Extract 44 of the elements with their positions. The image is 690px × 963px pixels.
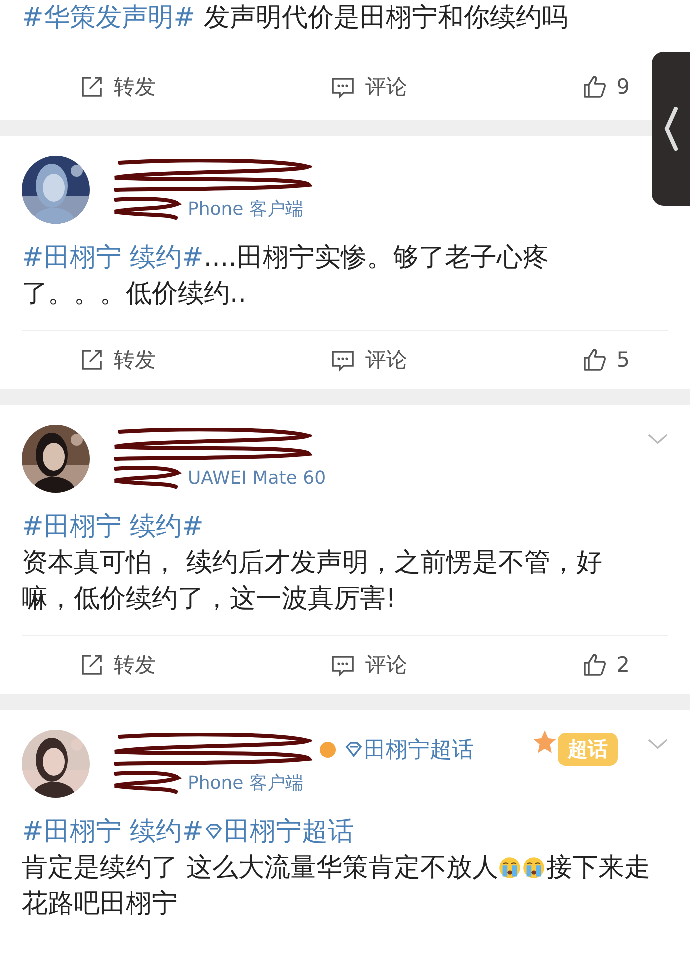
side-tab[interactable] <box>652 52 690 206</box>
scribble-drawing <box>112 770 182 796</box>
scribble-drawing <box>112 465 182 491</box>
chevron-left-icon <box>664 107 678 151</box>
thumbs-up-icon <box>582 653 607 677</box>
repost-button[interactable]: 转发 <box>74 342 162 378</box>
dropdown-chevron-icon[interactable] <box>648 434 668 444</box>
post-source: Phone 客户端 <box>188 198 304 221</box>
comment-button[interactable]: 评论 <box>325 647 414 683</box>
post-text: 资本真可怕， 续约后才发声明，之前愣是不管，好嘛，低价续约了，这一波真厉害! <box>22 547 604 616</box>
diamond-icon <box>344 740 364 760</box>
post-source: UAWEI Mate 60 <box>188 468 326 488</box>
super-topic-link[interactable]: 田栩宁超话 <box>344 735 474 765</box>
dropdown-chevron-icon[interactable] <box>648 738 668 750</box>
post-source: Phone 客户端 <box>188 772 304 795</box>
comment-icon <box>331 348 356 372</box>
diamond-icon <box>204 822 224 842</box>
repost-button[interactable]: 转发 <box>74 69 162 105</box>
post-text: #华策发声明# 发声明代价是田栩宁和你续约吗 <box>22 2 569 35</box>
post-text: 肯定是续约了 这么大流量华策肯定不放人 接下来走花路吧田栩宁 <box>22 852 652 921</box>
post-text: #田栩宁 续约#....田栩宁实惨。够了老子心疼了。。。低价续约.. <box>22 242 550 311</box>
comment-icon <box>331 653 356 677</box>
crying-face-icon <box>522 856 546 880</box>
thumbs-up-icon <box>582 348 607 372</box>
comment-icon <box>331 75 356 99</box>
like-button[interactable]: 2 <box>576 649 636 681</box>
share-icon <box>80 75 104 99</box>
repost-button[interactable]: 转发 <box>74 647 162 683</box>
hashtag-link[interactable]: #田栩宁 续约# <box>22 243 204 273</box>
thumbs-up-icon <box>582 75 607 99</box>
star-icon <box>532 729 558 755</box>
comment-button[interactable]: 评论 <box>325 69 414 105</box>
share-icon <box>80 653 104 677</box>
share-icon <box>80 348 104 372</box>
comment-button[interactable]: 评论 <box>325 342 414 378</box>
scribble-drawing <box>112 196 182 222</box>
badge-icon <box>318 740 338 760</box>
hashtag-link[interactable]: #田栩宁 续约# <box>22 817 204 847</box>
like-button[interactable]: 5 <box>576 344 636 376</box>
hashtag-link[interactable]: #田栩宁 续约# <box>22 512 204 542</box>
super-topic-link[interactable]: 田栩宁超话 <box>204 817 354 847</box>
crying-face-icon <box>498 856 522 880</box>
like-button[interactable]: 9 <box>576 71 636 103</box>
hashtag-link[interactable]: #华策发声明# <box>22 3 196 33</box>
